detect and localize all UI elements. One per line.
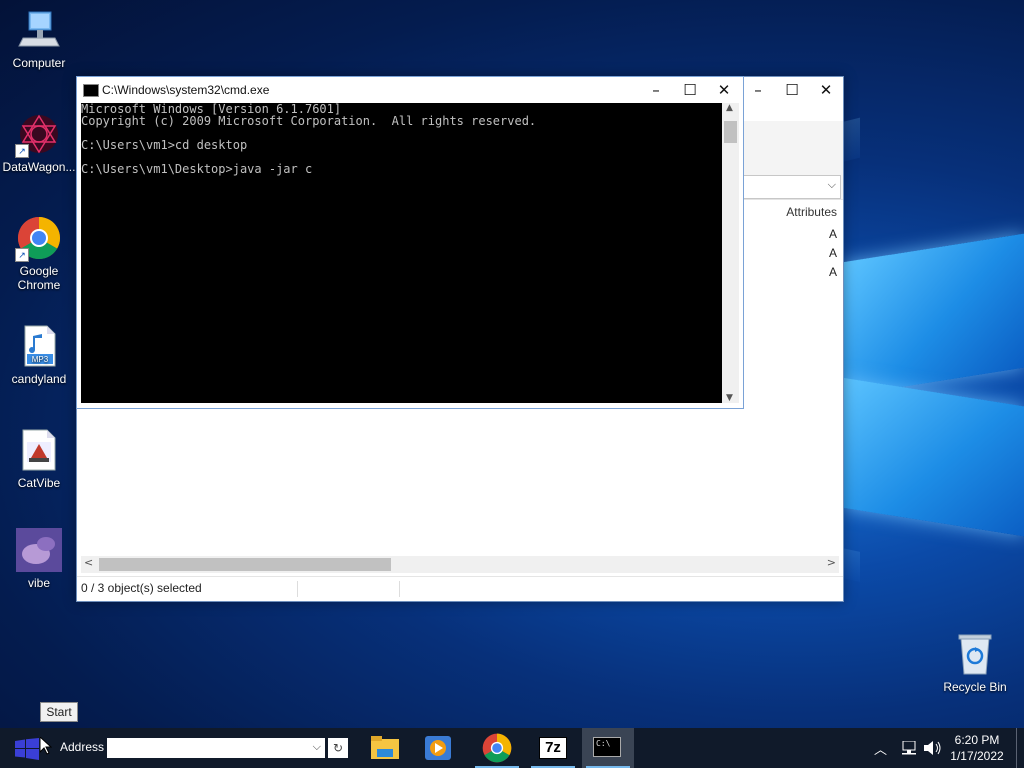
taskbar-cmd[interactable]: C:\ [582, 728, 634, 768]
status-bar: 0 / 3 object(s) selected [77, 576, 843, 601]
address-input[interactable]: ⌵ [107, 738, 325, 758]
network-icon[interactable] [900, 741, 918, 755]
scrollbar-thumb[interactable] [99, 558, 391, 571]
status-divider [297, 581, 298, 597]
desktop-icon-label: Google Chrome [17, 264, 61, 292]
scroll-down-icon[interactable]: ▼ [726, 393, 733, 403]
svg-text:MP3: MP3 [32, 355, 49, 364]
minimize-button[interactable]: – [639, 77, 673, 104]
file-explorer-icon [371, 736, 399, 759]
minimize-button[interactable]: – [741, 77, 775, 104]
computer-icon [17, 8, 61, 52]
chevron-up-icon[interactable]: ︿ [874, 739, 887, 758]
start-button[interactable] [0, 728, 52, 768]
console-line: C:\Users\vm1\Desktop>java -jar c [81, 162, 313, 176]
chrome-icon: ↗ [15, 216, 61, 262]
clock[interactable]: 6:20 PM 1/17/2022 [948, 732, 1006, 764]
cmd-icon: C:\ [593, 737, 621, 757]
shortcut-arrow-icon: ↗ [15, 248, 29, 262]
scroll-right-icon[interactable]: > [827, 556, 836, 569]
java-file-icon [17, 428, 61, 472]
scroll-left-icon[interactable]: < [84, 556, 93, 569]
chevron-down-icon[interactable]: ⌵ [313, 740, 321, 754]
wallpaper-logo-pane [842, 233, 1024, 397]
cmd-title: C:\Windows\system32\cmd.exe [102, 83, 270, 97]
windows-logo-icon [15, 738, 39, 760]
desktop-icon-candyland[interactable]: MP3 candyland [1, 324, 77, 386]
close-button[interactable]: ✕ [809, 77, 843, 104]
taskbar: Address ⌵ ↻ 7z C:\ ︿ 6:20 PM 1/17/2022 [0, 728, 1024, 768]
desktop-icon-label: Computer [12, 56, 66, 70]
console-line: Copyright (c) 2009 Microsoft Corporation… [81, 114, 537, 128]
mouse-cursor-icon [40, 737, 52, 755]
desktop-icon-label: CatVibe [17, 476, 61, 490]
wallpaper-logo-pane [842, 377, 1024, 537]
selection-status: 0 / 3 object(s) selected [81, 581, 202, 595]
attribute-cell: A [828, 227, 837, 241]
clock-date: 1/17/2022 [950, 749, 1004, 763]
cmd-window: C:\Windows\system32\cmd.exe – ☐ ✕ Micros… [76, 76, 744, 409]
cmd-titlebar[interactable]: C:\Windows\system32\cmd.exe – ☐ ✕ [77, 77, 743, 103]
taskbar-chrome[interactable] [471, 728, 523, 768]
vertical-scrollbar[interactable]: ▲ ▼ [722, 103, 739, 403]
clock-time: 6:20 PM [954, 733, 1000, 747]
desktop-icon-recycle-bin[interactable]: Recycle Bin [937, 632, 1013, 694]
scrollbar-thumb[interactable] [724, 121, 737, 143]
desktop-icon-chrome[interactable]: ↗ Google Chrome [1, 216, 77, 292]
maximize-button[interactable]: ☐ [673, 77, 707, 104]
cmd-app-icon [83, 84, 99, 97]
7zip-icon: 7z [539, 737, 567, 759]
console-line: C:\Users\vm1>cd desktop [81, 138, 248, 152]
taskbar-media-player[interactable] [412, 728, 464, 768]
desktop-icon-datawagon[interactable]: ↗ DataWagon... [1, 112, 77, 174]
column-header-attributes[interactable]: Attributes [786, 205, 837, 219]
desktop-icon-label: Recycle Bin [943, 680, 1007, 694]
maximize-button[interactable]: ☐ [775, 77, 809, 104]
desktop-icon-label: candyland [11, 372, 67, 386]
taskbar-7zip[interactable]: 7z [527, 728, 579, 768]
attribute-cell: A [828, 246, 837, 260]
desktop-icon-computer[interactable]: Computer [1, 8, 77, 70]
horizontal-scrollbar[interactable]: < > [81, 556, 839, 573]
desktop-icon-catvibe[interactable]: CatVibe [1, 428, 77, 490]
chevron-down-icon[interactable]: ⌵ [828, 178, 836, 192]
desktop-icon-label: vibe [27, 576, 50, 590]
desktop-icon-vibe[interactable]: vibe [1, 528, 77, 590]
refresh-icon[interactable]: ↻ [328, 738, 348, 758]
chrome-icon [482, 733, 512, 763]
desktop-icon-label: DataWagon... [2, 160, 76, 174]
address-label: Address [60, 740, 105, 754]
media-player-icon [425, 736, 451, 760]
shortcut-arrow-icon: ↗ [15, 144, 29, 158]
start-tooltip: Start [40, 702, 78, 722]
show-desktop-button[interactable] [1016, 728, 1017, 768]
recycle-bin-icon [953, 632, 997, 676]
datawagon-icon: ↗ [15, 112, 61, 158]
volume-icon[interactable] [923, 740, 943, 756]
scroll-up-icon[interactable]: ▲ [726, 103, 733, 113]
taskbar-file-explorer[interactable] [359, 728, 411, 768]
close-button[interactable]: ✕ [707, 77, 741, 104]
mp3-file-icon: MP3 [17, 324, 61, 368]
attribute-cell: A [828, 265, 837, 279]
status-divider [399, 581, 400, 597]
desktop: Computer ↗ DataWagon... ↗ Google Chrome … [0, 0, 1024, 728]
console-output[interactable]: Microsoft Windows [Version 6.1.7601] Cop… [81, 103, 722, 403]
image-file-icon [16, 528, 62, 572]
